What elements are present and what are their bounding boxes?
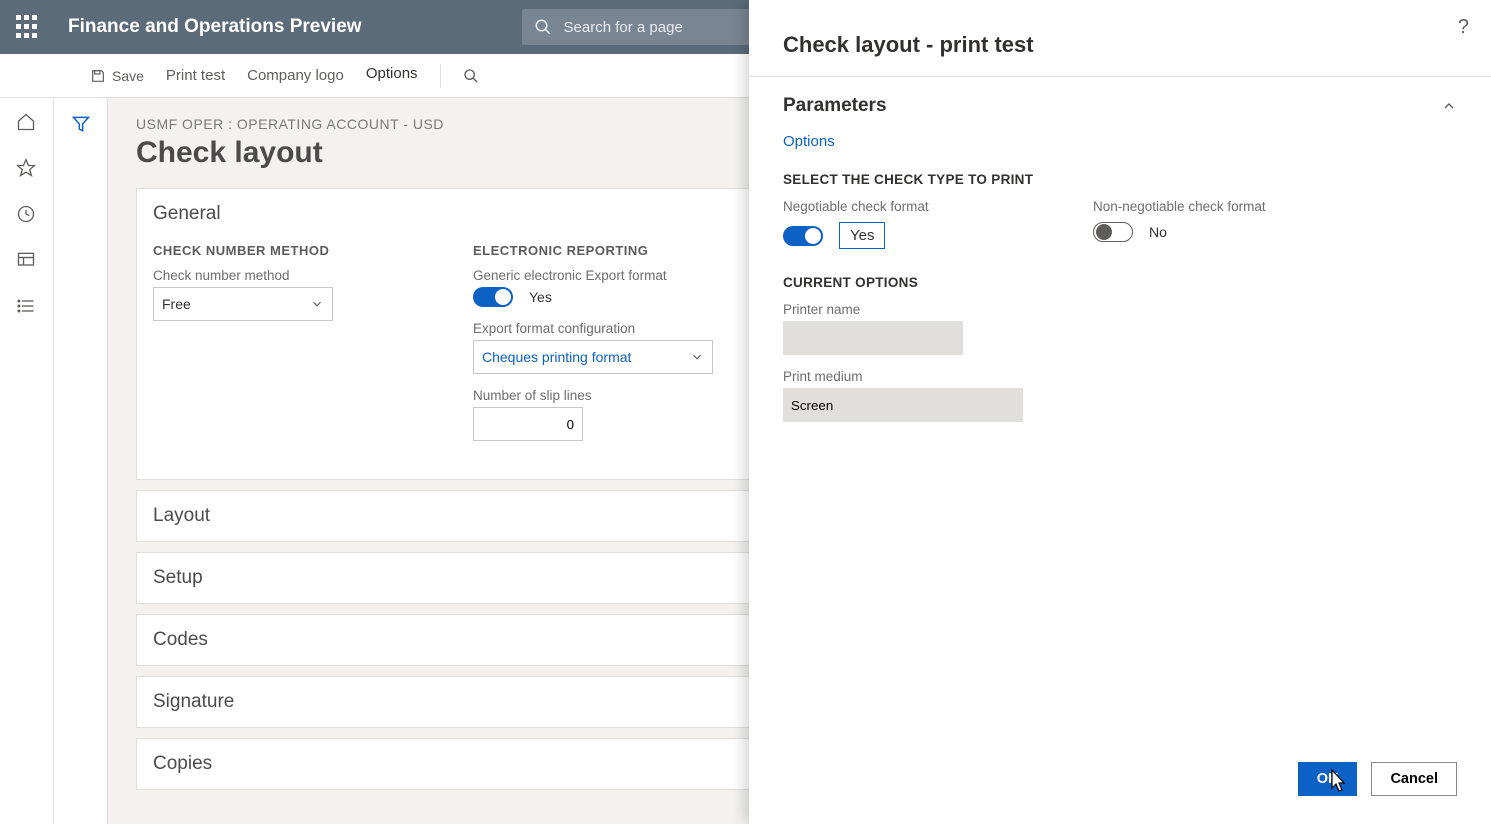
home-icon[interactable] <box>16 112 38 134</box>
save-label: Save <box>112 68 144 84</box>
label-check-number-method: Check number method <box>153 268 433 283</box>
group-electronic-reporting: ELECTRONIC REPORTING <box>473 243 773 258</box>
label-export-config: Export format configuration <box>473 321 773 336</box>
label-printer-name: Printer name <box>783 302 1457 317</box>
company-logo-button[interactable]: Company logo <box>247 67 344 84</box>
filter-icon[interactable] <box>71 114 91 824</box>
toggle-negotiable[interactable] <box>783 226 823 246</box>
cancel-button[interactable]: Cancel <box>1371 762 1457 796</box>
value-negotiable: Yes <box>839 222 885 249</box>
value-export-config: Cheques printing format <box>482 349 631 365</box>
label-export-format: Generic electronic Export format <box>473 268 773 283</box>
input-printer-name <box>783 321 963 355</box>
parameters-header: Parameters <box>783 95 887 117</box>
input-slip-lines[interactable] <box>473 407 583 441</box>
clock-icon[interactable] <box>16 204 38 226</box>
dialog-title: Check layout - print test <box>749 0 1491 76</box>
app-title: Finance and Operations Preview <box>68 16 362 38</box>
caps-current-options: CURRENT OPTIONS <box>783 275 1457 290</box>
ok-button[interactable]: OK <box>1298 762 1358 796</box>
options-button[interactable]: Options <box>366 65 418 86</box>
value-export-format: Yes <box>529 289 552 305</box>
toggle-non-negotiable[interactable] <box>1093 222 1133 242</box>
save-icon <box>90 68 106 84</box>
chevron-up-icon[interactable] <box>1441 98 1457 114</box>
label-negotiable: Negotiable check format <box>783 199 1023 214</box>
group-check-number-method: CHECK NUMBER METHOD <box>153 243 433 258</box>
toggle-export-format[interactable] <box>473 287 513 307</box>
caps-select-check-type: SELECT THE CHECK TYPE TO PRINT <box>783 172 1457 187</box>
help-icon[interactable]: ? <box>1458 16 1469 39</box>
label-print-medium: Print medium <box>783 369 1457 384</box>
dialog-print-test: ? Check layout - print test Parameters O… <box>749 0 1491 824</box>
label-slip-lines: Number of slip lines <box>473 388 773 403</box>
options-link[interactable]: Options <box>783 133 1457 150</box>
chevron-down-icon <box>690 350 704 364</box>
waffle-icon[interactable] <box>16 15 40 39</box>
select-check-number-method[interactable]: Free <box>153 287 333 321</box>
print-test-button[interactable]: Print test <box>166 67 225 84</box>
value-check-number-method: Free <box>162 296 191 312</box>
module-list-icon[interactable] <box>16 296 38 318</box>
search-icon <box>534 18 552 36</box>
star-icon[interactable] <box>16 158 38 180</box>
input-print-medium <box>783 388 1023 422</box>
filter-column <box>54 98 108 824</box>
value-non-negotiable: No <box>1149 224 1167 240</box>
workspace-icon[interactable] <box>16 250 38 272</box>
chevron-down-icon <box>310 297 324 311</box>
label-non-negotiable: Non-negotiable check format <box>1093 199 1333 214</box>
left-nav-rail <box>0 54 54 824</box>
save-button[interactable]: Save <box>90 68 144 84</box>
select-export-config[interactable]: Cheques printing format <box>473 340 713 374</box>
find-icon[interactable] <box>463 68 479 84</box>
